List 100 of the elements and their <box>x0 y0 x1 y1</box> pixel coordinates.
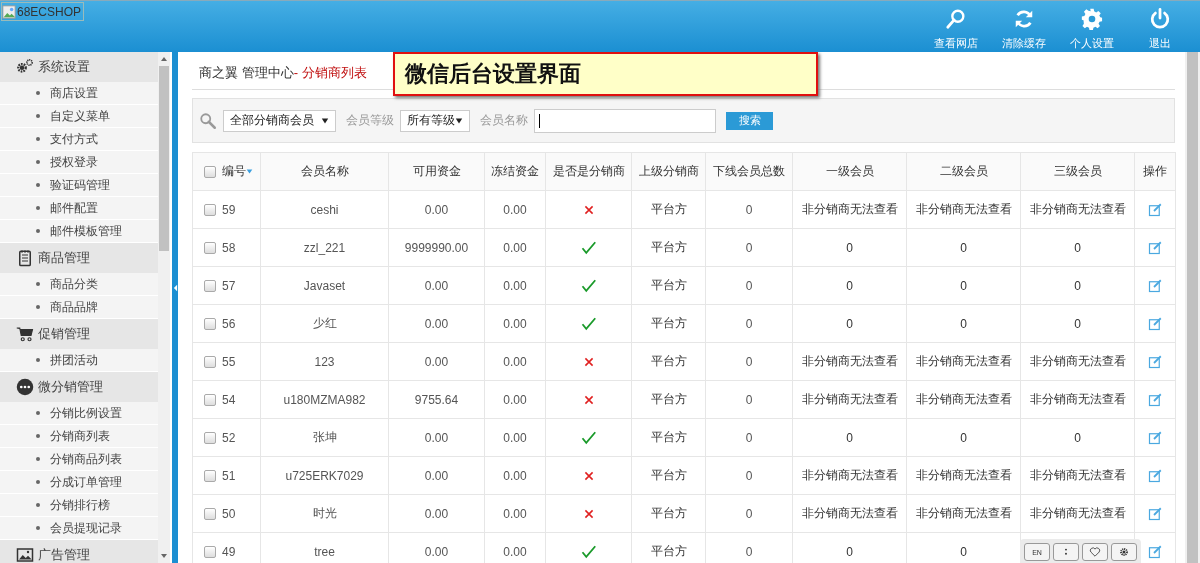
sidebar-group[interactable]: 微分销管理 <box>0 372 158 402</box>
table-cell: 非分销商无法查看 <box>906 190 1021 229</box>
table-cell: 0.00 <box>388 304 485 343</box>
sidebar-group[interactable]: 系统设置 <box>0 52 158 82</box>
checkbox[interactable] <box>204 507 216 520</box>
scrollbar[interactable] <box>1185 52 1200 563</box>
edit-icon[interactable] <box>1147 506 1163 522</box>
edit-icon[interactable] <box>1147 240 1163 256</box>
more-button[interactable] <box>1053 543 1079 561</box>
table-cell: 0 <box>705 266 793 305</box>
table-cell: 0 <box>705 418 793 457</box>
bullet-icon <box>36 305 40 309</box>
sort-icon[interactable] <box>246 168 253 175</box>
table-cell: 9755.64 <box>388 380 485 419</box>
table-cell: 时光 <box>260 494 389 533</box>
table-cell: Javaset <box>260 266 389 305</box>
bullet-icon <box>36 229 40 233</box>
column-header: 操作 <box>1134 152 1176 191</box>
checkbox[interactable] <box>204 431 216 444</box>
edit-icon[interactable] <box>1147 316 1163 332</box>
table-cell: 0.00 <box>484 456 546 495</box>
column-header: 冻结资金 <box>484 152 546 191</box>
table-cell: 平台方 <box>631 190 706 229</box>
column-header: 上级分销商 <box>631 152 706 191</box>
table-cell: 0 <box>906 418 1021 457</box>
collapse-arrow-icon[interactable] <box>172 283 178 292</box>
table-cell: 58 <box>222 240 236 255</box>
table-cell: 56 <box>222 316 236 331</box>
checkbox[interactable] <box>204 317 216 330</box>
checkbox[interactable] <box>204 393 216 406</box>
table-cell: 0.00 <box>484 342 546 381</box>
sidebar-group[interactable]: 商品管理 <box>0 243 158 273</box>
table-cell: u180MZMA982 <box>260 380 389 419</box>
checkbox[interactable] <box>204 279 216 292</box>
checkbox[interactable] <box>204 355 216 368</box>
checkbox[interactable] <box>204 545 216 558</box>
bullet-icon <box>36 183 40 187</box>
table-cell: 0 <box>1020 228 1135 267</box>
edit-icon[interactable] <box>1147 430 1163 446</box>
table-cell: 张坤 <box>260 418 389 457</box>
bullet-icon <box>36 114 40 118</box>
table-cell: 0 <box>792 418 907 457</box>
table-cell: ceshi <box>260 190 389 229</box>
checkbox[interactable] <box>204 165 216 178</box>
breadcrumb-text: 商之翼 管理中心 <box>199 64 294 82</box>
column-header[interactable]: 编号 <box>222 163 246 180</box>
settings-button[interactable] <box>1111 543 1137 561</box>
logo-alt-text: 68ECSHOP <box>17 4 82 19</box>
edit-icon[interactable] <box>1147 202 1163 218</box>
settings-icon <box>1118 546 1130 558</box>
column-header: 三级会员 <box>1020 152 1135 191</box>
column-header: 下线会员总数 <box>705 152 793 191</box>
table-cell: 54 <box>222 392 236 407</box>
edit-icon[interactable] <box>1147 544 1163 560</box>
edit-icon[interactable] <box>1147 278 1163 294</box>
edit-icon[interactable] <box>1147 392 1163 408</box>
table-cell: 非分销商无法查看 <box>1020 494 1135 533</box>
bullet-icon <box>36 358 40 362</box>
bullet-icon <box>36 480 40 484</box>
table-cell: 0 <box>705 494 793 533</box>
table-cell: 非分销商无法查看 <box>1020 456 1135 495</box>
table-cell: 平台方 <box>631 494 706 533</box>
column-header: 会员名称 <box>260 152 389 191</box>
table-cell: 非分销商无法查看 <box>906 380 1021 419</box>
table-cell: 0 <box>906 304 1021 343</box>
table-cell: 123 <box>260 342 389 381</box>
table-cell: 少红 <box>260 304 389 343</box>
table-cell: 0.00 <box>388 456 485 495</box>
checkbox[interactable] <box>204 469 216 482</box>
table-cell: 0.00 <box>484 304 546 343</box>
checkbox[interactable] <box>204 203 216 216</box>
input-field[interactable] <box>534 108 716 133</box>
table-cell: 非分销商无法查看 <box>792 494 907 533</box>
broken-image-icon <box>2 4 16 19</box>
table-cell: 0 <box>1020 266 1135 305</box>
dropdown[interactable]: 全部分销商会员 <box>223 109 336 132</box>
table-cell: 55 <box>222 354 236 369</box>
table-cell: 0 <box>705 190 793 229</box>
table-cell: 非分销商无法查看 <box>792 342 907 381</box>
sidebar-group[interactable]: 促销管理 <box>0 319 158 349</box>
table-cell: 0 <box>906 228 1021 267</box>
table-cell: 0.00 <box>484 418 546 457</box>
scrollbar[interactable] <box>158 52 170 563</box>
field-label: 会员名称 <box>480 112 528 129</box>
bullet-icon <box>36 411 40 415</box>
table-cell: 0.00 <box>484 494 546 533</box>
edit-icon[interactable] <box>1147 468 1163 484</box>
bullet-icon <box>36 137 40 141</box>
dropdown[interactable]: 所有等级 <box>400 109 470 132</box>
table-cell: 非分销商无法查看 <box>1020 190 1135 229</box>
edit-icon[interactable] <box>1147 354 1163 370</box>
table-cell: 0.00 <box>484 190 546 229</box>
ellipsis-icon <box>16 378 34 396</box>
sidebar-group[interactable]: 广告管理 <box>0 540 158 563</box>
heart-button[interactable] <box>1082 543 1108 561</box>
table-cell: 0.00 <box>484 380 546 419</box>
checkbox[interactable] <box>204 241 216 254</box>
table-cell: 0.00 <box>484 228 546 267</box>
table-cell: 平台方 <box>631 266 706 305</box>
table-cell: 50 <box>222 506 236 521</box>
